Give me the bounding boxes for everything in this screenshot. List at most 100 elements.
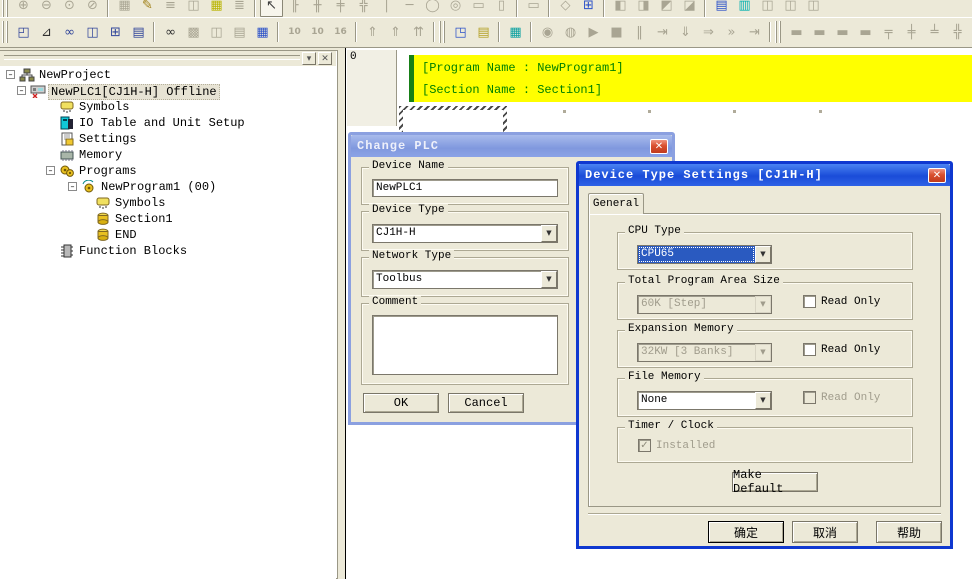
toolbar-separator <box>702 0 709 17</box>
monitor-view-4-icon: ◫ <box>802 0 825 17</box>
cross-ref-2-icon: ╪ <box>900 21 923 43</box>
grid-dot <box>563 110 566 113</box>
tree-item-label[interactable]: Settings <box>77 132 139 146</box>
chevron-down-icon: ▼ <box>755 296 771 313</box>
toolbar-grip[interactable] <box>2 21 10 43</box>
iotable-icon <box>59 116 75 130</box>
tab-general[interactable]: General <box>588 193 644 214</box>
toolbar-grip[interactable] <box>775 21 783 43</box>
tree-item-label[interactable]: END <box>113 228 139 242</box>
toolbar-grip[interactable] <box>2 0 10 17</box>
tree-item-section1[interactable]: Section1 <box>0 211 336 227</box>
tree-item-label[interactable]: Programs <box>77 164 139 178</box>
watch-window-icon[interactable]: ▥ <box>733 0 756 17</box>
cpu-type-combo[interactable]: CPU65 ▼ <box>637 245 772 264</box>
io-table-dialog-icon[interactable]: ▦ <box>251 21 274 43</box>
new-closed-contact-icon: ╫ <box>306 0 329 17</box>
new-project-icon[interactable]: ◰ <box>12 21 35 43</box>
toolbar-separator <box>601 0 608 17</box>
tree-item-newprogram1-00[interactable]: – NewProgram1 (00) <box>0 179 336 195</box>
ok-button[interactable]: 确定 <box>708 521 784 543</box>
address-list-icon: ≡ <box>159 0 182 17</box>
tree-item-settings[interactable]: Settings <box>0 131 336 147</box>
device-type-combo[interactable]: CJ1H-H ▼ <box>372 224 558 243</box>
monitor-grid-icon[interactable]: ▦ <box>205 0 228 17</box>
checkbox-icon[interactable] <box>803 343 816 356</box>
cancel-button[interactable]: Cancel <box>448 393 524 413</box>
tree-expander-icon[interactable]: – <box>68 182 77 191</box>
grid-dot <box>819 110 822 113</box>
make-default-button[interactable]: Make Default <box>732 472 818 492</box>
tree-item-io-table-and-unit-setup[interactable]: IO Table and Unit Setup <box>0 115 336 131</box>
chevron-down-icon[interactable]: ▼ <box>755 246 771 263</box>
network-type-combo[interactable]: Toolbus ▼ <box>372 270 558 289</box>
panel-grip-handle[interactable] <box>4 55 300 60</box>
find-window-icon[interactable]: ∞ <box>58 21 81 43</box>
toolbar-separator <box>151 22 158 42</box>
comment-textarea[interactable] <box>372 315 558 375</box>
close-icon[interactable]: ✕ <box>928 168 946 183</box>
tree-item-function-blocks[interactable]: Function Blocks <box>0 243 336 259</box>
compile-icon[interactable]: ⊿ <box>35 21 58 43</box>
tree-item-memory[interactable]: Memory <box>0 147 336 163</box>
select-tool-icon[interactable]: ↖ <box>260 0 283 17</box>
monitor-view-3-icon: ◫ <box>779 0 802 17</box>
tree-item-label[interactable]: Symbols <box>113 196 167 210</box>
compare-windows-icon[interactable]: ◫ <box>81 21 104 43</box>
change-plc-titlebar[interactable]: Change PLC ✕ <box>351 135 672 157</box>
online-edit-icon[interactable]: ▤ <box>472 21 495 43</box>
close-icon[interactable]: ✕ <box>650 139 668 154</box>
edit-rung-1-icon: ◧ <box>609 0 632 17</box>
pulse-calendar-icon[interactable]: ⊞ <box>577 0 600 17</box>
close-panel-icon[interactable]: ✕ <box>318 52 332 65</box>
tree-item-newproject[interactable]: – NewProject <box>0 67 336 83</box>
chevron-down-icon[interactable]: ▼ <box>755 392 771 409</box>
tree-item-symbols[interactable]: Symbols <box>0 99 336 115</box>
help-button[interactable]: 帮助 <box>876 521 942 543</box>
properties-icon[interactable]: ▤ <box>127 21 150 43</box>
io-comment-view-icon[interactable]: ▤ <box>710 0 733 17</box>
tree-expander-icon[interactable]: – <box>17 86 26 95</box>
programs-icon <box>59 164 75 178</box>
chevron-down-icon[interactable]: ▼ <box>541 225 557 242</box>
new-window-icon[interactable]: ⊞ <box>104 21 127 43</box>
tree-expander-icon[interactable]: – <box>46 166 55 175</box>
file-memory-combo[interactable]: None ▼ <box>637 391 772 410</box>
tree-item-programs[interactable]: – Programs <box>0 163 336 179</box>
tree-item-label[interactable]: IO Table and Unit Setup <box>77 116 247 130</box>
chevron-down-icon[interactable]: ▾ <box>302 52 316 65</box>
tree-item-label[interactable]: Function Blocks <box>77 244 189 258</box>
device-settings-titlebar[interactable]: Device Type Settings [CJ1H-H] ✕ <box>579 164 950 186</box>
device-name-input[interactable]: NewPLC1 <box>372 179 558 197</box>
tree-item-label[interactable]: NewProject <box>37 68 113 82</box>
cancel-button[interactable]: 取消 <box>792 521 858 543</box>
tree-item-newplc1-cj1h-h-offline[interactable]: – NewPLC1[CJ1H-H] Offline <box>0 83 336 99</box>
tree-expander-icon[interactable]: – <box>6 70 15 79</box>
tree-item-end[interactable]: END <box>0 227 336 243</box>
chevron-down-icon[interactable]: ▼ <box>541 271 557 288</box>
work-online-icon[interactable]: ◳ <box>449 21 472 43</box>
zoom-in-icon: ⊕ <box>12 0 35 17</box>
tree-item-label[interactable]: Symbols <box>77 100 131 114</box>
transfer-from-plc-icon: ⇑ <box>384 21 407 43</box>
expansion-memory-value: 32KW [3 Banks] <box>638 344 755 361</box>
toolbar-grip[interactable] <box>439 21 447 43</box>
device-type-group: Device Type CJ1H-H ▼ <box>361 211 569 251</box>
ok-button[interactable]: OK <box>363 393 439 413</box>
monitor-mode-icon[interactable]: ▦ <box>504 21 527 43</box>
expansion-memory-readonly-checkbox[interactable]: Read Only <box>803 343 880 356</box>
tree-item-label[interactable]: Section1 <box>113 212 175 226</box>
device-name-group: Device Name NewPLC1 <box>361 167 569 205</box>
tree-item-label[interactable]: NewPLC1[CJ1H-H] Offline <box>48 84 220 100</box>
binoculars-search-icon[interactable]: ∞ <box>159 21 182 43</box>
toolbar-row-standard: ◰⊿∞◫⊞▤∞▩◫▤▦101016⇑⇑⇈◳▤▦◉◍▶■‖⇥⇓⇒»⇥▬▬▬▬╤╪╧… <box>0 17 972 46</box>
program-area-readonly-checkbox[interactable]: Read Only <box>803 295 880 308</box>
checkbox-icon[interactable] <box>803 295 816 308</box>
zoom-out-icon: ⊖ <box>35 0 58 17</box>
device-type-settings-dialog: Device Type Settings [CJ1H-H] ✕ General … <box>576 161 953 549</box>
tree-item-label[interactable]: Memory <box>77 148 124 162</box>
tree-item-label[interactable]: NewProgram1 (00) <box>99 180 218 194</box>
program-area-group: Total Program Area Size 60K [Step] ▼ Rea… <box>617 282 913 320</box>
tree-item-symbols[interactable]: Symbols <box>0 195 336 211</box>
edit-comment-icon[interactable]: ✎ <box>136 0 159 17</box>
